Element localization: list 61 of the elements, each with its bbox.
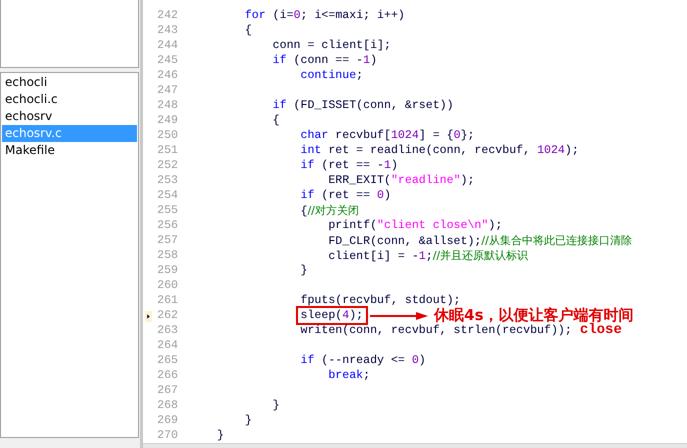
line-number: 247 <box>157 82 178 98</box>
code-line: } <box>300 264 308 277</box>
line-number: 268 <box>157 398 178 412</box>
line-number: 258 <box>157 248 178 262</box>
code-line: char recvbuf[1024] = {0}; <box>300 129 474 142</box>
line-number: 261 <box>157 292 178 308</box>
code-line: printf("client close\n"); <box>328 219 502 232</box>
code-line: if (--nready <= 0) <box>300 354 426 367</box>
code-line: conn = client[i]; <box>272 39 391 52</box>
annotation-text: 休眠4s，以便让客户端有时间 <box>434 307 634 324</box>
line-number: 267 <box>157 382 178 398</box>
line-number: 266 <box>157 368 178 382</box>
line-number: 249 <box>157 112 178 128</box>
code-line: client[i] = -1;//并且还原默认标识 <box>328 248 528 262</box>
code-line: if (ret == 0) <box>300 189 391 202</box>
line-number: 252 <box>157 158 178 172</box>
line-number: 265 <box>157 352 178 368</box>
line-number: 270 <box>157 428 178 442</box>
line-number: 262 <box>157 308 178 322</box>
line-number: 257 <box>157 232 178 248</box>
line-number: 260 <box>157 278 178 292</box>
code-line: if (FD_ISSET(conn, &rset)) <box>272 99 454 112</box>
code-line: } <box>217 429 224 442</box>
line-number: 259 <box>157 262 178 278</box>
file-item[interactable]: echocli.c <box>2 91 137 108</box>
line-number: 245 <box>157 52 178 68</box>
line-number: 269 <box>157 412 178 428</box>
line-number: 263 <box>157 322 178 338</box>
line-number: 256 <box>157 218 178 232</box>
code-line: } <box>272 399 280 412</box>
line-number: 250 <box>157 128 178 142</box>
line-number: 264 <box>157 338 178 352</box>
code-line: continue; <box>300 69 364 82</box>
line-number: 254 <box>157 188 178 202</box>
line-number: 253 <box>157 172 178 188</box>
code-line: { <box>244 24 252 37</box>
code-line: { <box>272 114 280 127</box>
code-line: if (conn == -1) <box>272 54 378 67</box>
code-line: FD_CLR(conn, &allset);//从集合中将此已连接接口清除 <box>328 234 632 248</box>
line-number: 248 <box>157 98 178 112</box>
code-line: break; <box>328 369 370 382</box>
line-number: 251 <box>157 142 178 158</box>
code-line: ERR_EXIT("readline"); <box>328 174 474 187</box>
line-number: 244 <box>157 38 178 52</box>
file-item[interactable]: echosrv <box>2 108 137 125</box>
code-line: for (i=0; i<=maxi; i++) <box>244 9 405 22</box>
code-line: {//对方关闭 <box>300 204 359 218</box>
line-number: 242 <box>157 8 178 22</box>
line-number: 243 <box>157 22 178 38</box>
horizontal-scrollbar[interactable] <box>143 443 687 448</box>
code-line: writen(conn, recvbuf, strlen(recvbuf)); <box>300 324 572 337</box>
line-number: 255 <box>157 202 178 218</box>
annotation-text: close <box>580 322 622 339</box>
code-line: if (ret == -1) <box>300 159 398 172</box>
file-item[interactable]: Makefile <box>2 142 137 159</box>
arrow <box>370 310 428 320</box>
code-line: fputs(recvbuf, stdout); <box>300 294 461 307</box>
code-line: } <box>244 414 252 427</box>
line-number: 246 <box>157 68 178 82</box>
file-item[interactable]: echocli <box>2 74 137 91</box>
code-line: int ret = readline(conn, recvbuf, 1024); <box>300 144 579 157</box>
